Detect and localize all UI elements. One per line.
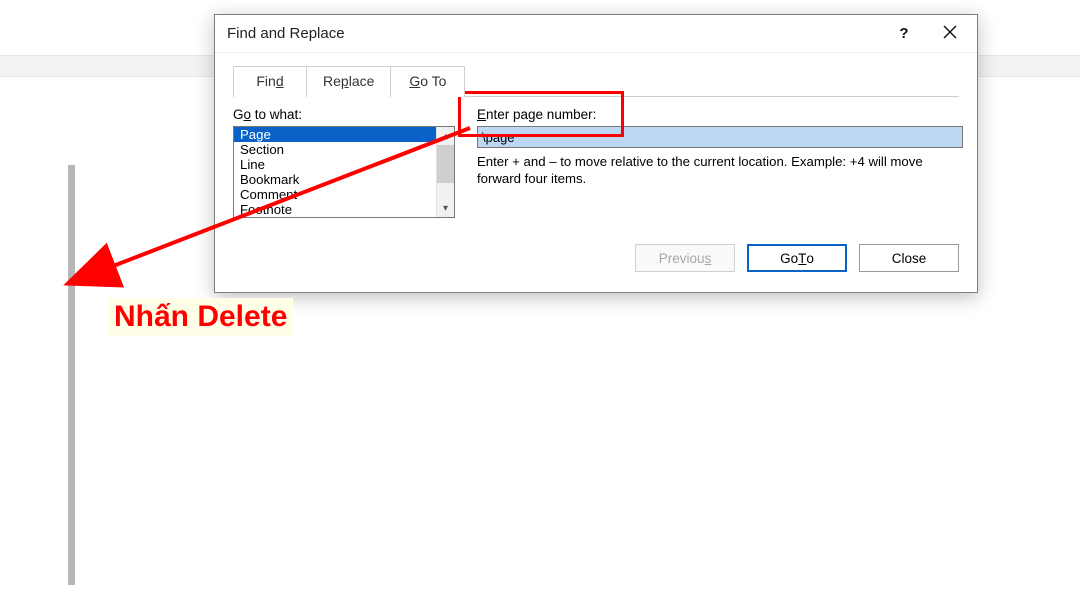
scroll-down-icon[interactable]: ▾	[437, 199, 454, 217]
close-button[interactable]	[927, 19, 973, 49]
scroll-up-icon[interactable]: ▴	[437, 127, 454, 145]
list-item[interactable]: Footnote	[234, 202, 436, 217]
dialog-titlebar[interactable]: Find and Replace ?	[215, 15, 977, 53]
goto-what-listbox[interactable]: Page Section Line Bookmark Comment Footn…	[233, 126, 455, 218]
tab-find[interactable]: Find	[233, 66, 307, 97]
dialog-title: Find and Replace	[227, 25, 881, 42]
dialog-body: Find Replace Go To Go to what: Page Sect…	[215, 53, 977, 292]
enter-page-number-label: Enter page number:	[477, 107, 967, 122]
listbox-scrollbar[interactable]: ▴ ▾	[436, 127, 454, 217]
scrollbar-track[interactable]	[437, 145, 454, 199]
close-icon	[943, 25, 957, 42]
list-item[interactable]: Page	[234, 127, 436, 142]
list-item[interactable]: Bookmark	[234, 172, 436, 187]
list-item[interactable]: Line	[234, 157, 436, 172]
list-item[interactable]: Section	[234, 142, 436, 157]
dialog-close-button[interactable]: Close	[859, 244, 959, 272]
previous-button: Previous	[635, 244, 735, 272]
page-number-input[interactable]	[477, 126, 963, 148]
goto-button[interactable]: Go To	[747, 244, 847, 272]
tab-replace[interactable]: Replace	[307, 66, 391, 97]
dialog-buttons-row: Previous Go To Close	[233, 244, 959, 272]
document-page-edge	[68, 165, 75, 585]
list-item[interactable]: Comment	[234, 187, 436, 202]
tab-strip: Find Replace Go To	[233, 65, 959, 97]
help-text: Enter + and – to move relative to the cu…	[477, 154, 967, 187]
goto-what-label: Go to what:	[233, 107, 455, 122]
find-and-replace-dialog: Find and Replace ? Find Replace Go To	[214, 14, 978, 293]
annotation-label: Nhấn Delete	[108, 298, 293, 336]
scrollbar-thumb[interactable]	[437, 145, 454, 183]
tab-goto[interactable]: Go To	[391, 66, 465, 97]
help-button[interactable]: ?	[881, 19, 927, 49]
